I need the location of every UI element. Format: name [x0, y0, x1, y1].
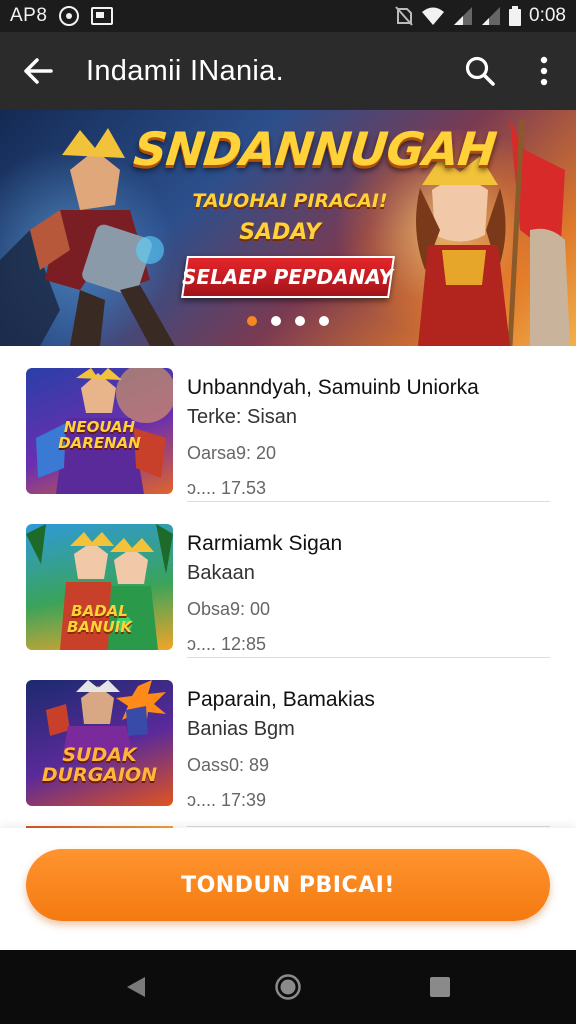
back-button[interactable]: [0, 32, 76, 110]
no-sim-icon: [395, 6, 413, 26]
nav-recents-square-icon: [430, 977, 450, 997]
item-time: ɔ.... 17.53: [187, 478, 267, 498]
nav-home-circle-icon: [275, 974, 301, 1000]
item-thumbnail: SUDAK DURGAION: [26, 680, 173, 806]
nav-home-button[interactable]: [258, 957, 318, 1017]
carousel-dot-active[interactable]: [247, 316, 257, 326]
list-item[interactable]: BADAL BANUIK Rarmiamk Sigan Bakaan Obsa9…: [0, 502, 576, 658]
item-time: ɔ.... 17:39: [187, 790, 267, 810]
carousel-dot[interactable]: [319, 316, 329, 326]
more-vertical-icon: [540, 56, 548, 86]
primary-action-label: TONDUN PBICAI!: [181, 872, 395, 898]
banner-subtitle: TAUOHAI PIRACAI!: [192, 190, 388, 212]
status-bar: AP8 0:08: [0, 0, 576, 32]
page-title: Indamii INania.: [86, 54, 284, 87]
bottom-action-area: TONDUN PBICAI!: [0, 828, 576, 950]
nav-recents-button[interactable]: [410, 957, 470, 1017]
search-icon: [465, 56, 495, 86]
item-thumbnail-label: NEOUAH DARENAN: [58, 418, 141, 452]
wifi-icon: [421, 6, 445, 26]
item-title: Rarmiamk Sigan: [187, 532, 343, 555]
item-thumbnail: BADAL BANUIK: [26, 524, 173, 650]
signal-icon: [453, 6, 473, 26]
banner-subtitle-2: SADAY: [239, 220, 321, 245]
search-button[interactable]: [448, 32, 512, 110]
item-meta: Obsa9: 00: [187, 599, 271, 619]
nav-back-triangle-icon: [127, 977, 145, 997]
system-nav-bar: [0, 950, 576, 1024]
arrow-left-icon: [24, 58, 53, 84]
banner-ribbon-label: SELAEP PEPDANAY: [182, 265, 394, 289]
carousel-dot[interactable]: [295, 316, 305, 326]
carousel-indicator: [0, 316, 576, 326]
carousel-dot[interactable]: [271, 316, 281, 326]
item-time: ɔ.... 12:85: [187, 634, 267, 654]
banner-ribbon: SELAEP PEPDANAY: [181, 256, 395, 298]
more-options-button[interactable]: [512, 32, 576, 110]
list-item[interactable]: NEOUAH DARENAN Unbanndyah, Samuinb Unior…: [0, 346, 576, 502]
item-title: Unbanndyah, Samuinb Uniorka: [187, 376, 479, 399]
battery-icon: [509, 6, 522, 26]
app-bar: Indamii INania.: [0, 32, 576, 110]
item-subtitle: Bakaan: [187, 562, 255, 584]
item-thumbnail-label: BADAL BANUIK: [67, 602, 132, 636]
item-thumbnail-label: SUDAK DURGAION: [41, 744, 158, 786]
signal-icon: [481, 6, 501, 26]
primary-action-button[interactable]: TONDUN PBICAI!: [26, 849, 550, 921]
promo-banner[interactable]: SNDANNUGAH TAUOHAI PIRACAI! SADAY SELAEP…: [0, 110, 576, 346]
carrier-label: AP8: [10, 5, 48, 26]
item-meta: Oarsa9: 20: [187, 443, 277, 463]
clock: 0:08: [529, 5, 566, 26]
item-subtitle: Terke: Sisan: [187, 406, 298, 428]
item-thumbnail: NEOUAH DARENAN: [26, 368, 173, 494]
event-list: NEOUAH DARENAN Unbanndyah, Samuinb Unior…: [0, 346, 576, 828]
divider: [187, 826, 550, 827]
circle-notification-icon: [59, 6, 80, 26]
item-meta: Oass0: 89: [187, 755, 270, 775]
banner-title: SNDANNUGAH: [131, 122, 499, 176]
nav-back-button[interactable]: [106, 957, 166, 1017]
item-title: Paparain, Bamakias: [187, 688, 375, 711]
list-item[interactable]: SUDAK DURGAION Paparain, Bamakias Banias…: [0, 658, 576, 814]
item-subtitle: Banias Bgm: [187, 718, 295, 740]
screen-cast-icon: [91, 7, 114, 25]
